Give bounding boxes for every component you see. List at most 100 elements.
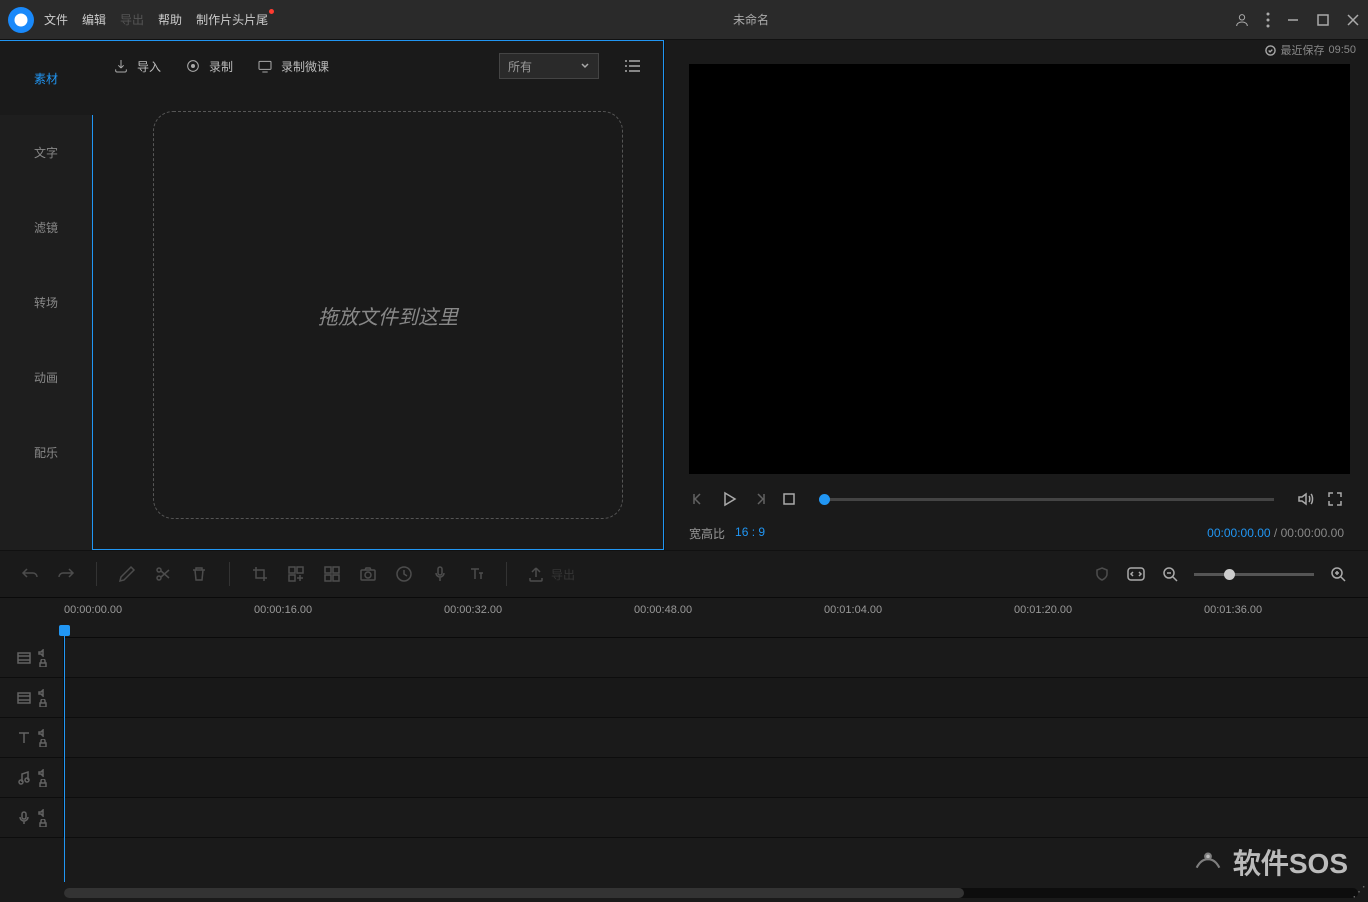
fit-button[interactable] xyxy=(1126,564,1146,584)
next-frame-button[interactable] xyxy=(751,490,769,508)
timeline-ruler[interactable]: 00:00:00.00 00:00:16.00 00:00:32.00 00:0… xyxy=(64,598,1368,638)
tab-transition[interactable]: 转场 xyxy=(0,265,92,340)
crop-icon xyxy=(251,565,269,583)
zoom-in-button[interactable] xyxy=(1328,564,1348,584)
ruler-mark: 00:00:16.00 xyxy=(254,604,312,616)
close-icon[interactable] xyxy=(1346,13,1360,27)
play-controls xyxy=(665,482,1368,516)
scissors-icon xyxy=(154,565,172,583)
export-icon xyxy=(527,565,545,583)
text-effect-button[interactable] xyxy=(466,564,486,584)
lock-icon[interactable] xyxy=(38,699,48,707)
maximize-icon[interactable] xyxy=(1316,13,1330,27)
progress-thumb[interactable] xyxy=(819,494,830,505)
fit-icon xyxy=(1127,567,1145,581)
lock-icon[interactable] xyxy=(38,779,48,787)
scrollbar-thumb[interactable] xyxy=(64,888,964,898)
view-toggle-button[interactable] xyxy=(623,56,643,76)
zoom-in-icon xyxy=(1330,566,1346,582)
minimize-icon[interactable] xyxy=(1286,13,1300,27)
edit-button[interactable] xyxy=(117,564,137,584)
mute-icon[interactable] xyxy=(38,809,48,817)
grid-icon xyxy=(323,565,341,583)
timeline-toolbar: 导出 xyxy=(0,550,1368,598)
undo-button[interactable] xyxy=(20,564,40,584)
record-micro-button[interactable]: 录制微课 xyxy=(257,58,329,75)
progress-bar[interactable] xyxy=(819,498,1274,501)
voice-track[interactable] xyxy=(0,798,1368,838)
marker-button[interactable] xyxy=(1092,564,1112,584)
undo-icon xyxy=(21,565,39,583)
time-display: 00:00:00.00 / 00:00:00.00 xyxy=(1207,526,1344,540)
import-button[interactable]: 导入 xyxy=(113,58,161,75)
cut-button[interactable] xyxy=(153,564,173,584)
record-button[interactable]: 录制 xyxy=(185,58,233,75)
ruler-mark: 00:00:48.00 xyxy=(634,604,692,616)
split-button[interactable] xyxy=(322,564,342,584)
text-track[interactable] xyxy=(0,718,1368,758)
tab-animation[interactable]: 动画 xyxy=(0,340,92,415)
stop-button[interactable] xyxy=(781,491,797,507)
app-logo xyxy=(8,7,34,33)
mosaic-button[interactable] xyxy=(286,564,306,584)
video-track-1[interactable] xyxy=(0,638,1368,678)
menu-file[interactable]: 文件 xyxy=(44,11,68,28)
tab-text[interactable]: 文字 xyxy=(0,115,92,190)
zoom-out-icon xyxy=(1162,566,1178,582)
reel-icon xyxy=(13,12,29,28)
media-dropzone[interactable]: 拖放文件到这里 xyxy=(153,111,623,519)
delete-button[interactable] xyxy=(189,564,209,584)
tab-filter[interactable]: 滤镜 xyxy=(0,190,92,265)
volume-button[interactable] xyxy=(1296,490,1314,508)
redo-button[interactable] xyxy=(56,564,76,584)
text-effect-icon xyxy=(467,565,485,583)
crop-button[interactable] xyxy=(250,564,270,584)
screen-record-icon xyxy=(257,58,273,74)
tab-music[interactable]: 配乐 xyxy=(0,415,92,490)
zoom-out-button[interactable] xyxy=(1160,564,1180,584)
menu-credits[interactable]: 制作片头片尾 xyxy=(196,11,268,28)
category-sidebar: 素材 文字 滤镜 转场 动画 配乐 xyxy=(0,40,92,550)
zoom-slider[interactable] xyxy=(1194,573,1314,576)
voice-button[interactable] xyxy=(430,564,450,584)
mute-icon[interactable] xyxy=(38,689,48,697)
lock-icon[interactable] xyxy=(38,659,48,667)
horizontal-scrollbar[interactable] xyxy=(64,888,1358,898)
track-head xyxy=(0,758,64,797)
aspect-value[interactable]: 16 : 9 xyxy=(735,525,765,542)
mute-icon[interactable] xyxy=(38,649,48,657)
more-icon[interactable] xyxy=(1266,12,1270,28)
redo-icon xyxy=(57,565,75,583)
tab-media[interactable]: 素材 xyxy=(0,40,92,115)
preview-panel: 最近保存 09:50 宽高比 16 : 9 00:00:00.00 / 00:0… xyxy=(665,40,1368,550)
lock-icon[interactable] xyxy=(38,739,48,747)
track-head xyxy=(0,798,64,837)
menu-export[interactable]: 导出 xyxy=(120,11,144,28)
mute-icon[interactable] xyxy=(38,729,48,737)
export-button[interactable]: 导出 xyxy=(527,564,575,584)
prev-frame-button[interactable] xyxy=(689,490,707,508)
zoom-thumb[interactable] xyxy=(1224,569,1235,580)
menu-edit[interactable]: 编辑 xyxy=(82,11,106,28)
menu-help[interactable]: 帮助 xyxy=(158,11,182,28)
ruler-mark: 00:01:04.00 xyxy=(824,604,882,616)
preview-viewport[interactable] xyxy=(689,64,1350,474)
user-icon[interactable] xyxy=(1234,12,1250,28)
fullscreen-button[interactable] xyxy=(1326,490,1344,508)
mic-track-icon xyxy=(16,810,32,826)
music-track-icon xyxy=(16,770,32,786)
audio-track[interactable] xyxy=(0,758,1368,798)
filter-dropdown[interactable]: 所有 xyxy=(499,53,599,79)
timeline: 00:00:00.00 00:00:16.00 00:00:32.00 00:0… xyxy=(0,598,1368,902)
lock-icon[interactable] xyxy=(38,819,48,827)
mic-icon xyxy=(431,565,449,583)
media-toolbar: 导入 录制 录制微课 所有 xyxy=(93,41,663,91)
mute-icon[interactable] xyxy=(38,769,48,777)
playhead[interactable] xyxy=(64,633,65,882)
video-track-2[interactable] xyxy=(0,678,1368,718)
resize-grip[interactable]: ⋰ xyxy=(1352,883,1366,900)
play-button[interactable] xyxy=(719,489,739,509)
window-title: 未命名 xyxy=(268,11,1234,28)
speed-button[interactable] xyxy=(394,564,414,584)
snapshot-button[interactable] xyxy=(358,564,378,584)
